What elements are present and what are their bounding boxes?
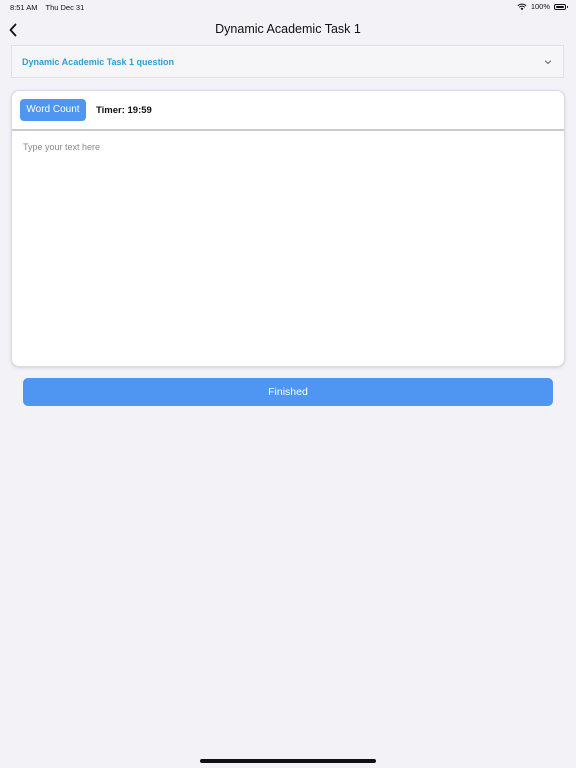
- status-bar: 8:51 AM Thu Dec 31 100%: [0, 0, 576, 14]
- nav-bar: Dynamic Academic Task 1: [0, 14, 576, 46]
- essay-editor-card: Word Count Timer: 19:59: [11, 90, 565, 367]
- timer-label: Timer: 19:59: [96, 105, 152, 116]
- editor-toolbar: Word Count Timer: 19:59: [12, 91, 564, 131]
- status-time: 8:51 AM: [10, 3, 38, 12]
- battery-icon: [554, 3, 568, 10]
- status-right: 100%: [517, 2, 568, 11]
- finished-button[interactable]: Finished: [23, 378, 553, 406]
- question-title[interactable]: Dynamic Academic Task 1 question: [22, 57, 174, 67]
- app-screen: 8:51 AM Thu Dec 31 100% Dynamic Academic…: [0, 0, 576, 768]
- wifi-icon: [517, 3, 527, 10]
- page-title: Dynamic Academic Task 1: [215, 22, 361, 36]
- status-left: 8:51 AM Thu Dec 31: [10, 3, 90, 12]
- status-date: Thu Dec 31: [45, 3, 85, 12]
- home-indicator[interactable]: [200, 759, 376, 763]
- essay-text-input[interactable]: [12, 131, 564, 366]
- chevron-down-icon[interactable]: [543, 57, 553, 67]
- word-count-button[interactable]: Word Count: [20, 99, 86, 121]
- battery-percent: 100%: [530, 2, 550, 11]
- question-accordion[interactable]: Dynamic Academic Task 1 question: [11, 45, 564, 78]
